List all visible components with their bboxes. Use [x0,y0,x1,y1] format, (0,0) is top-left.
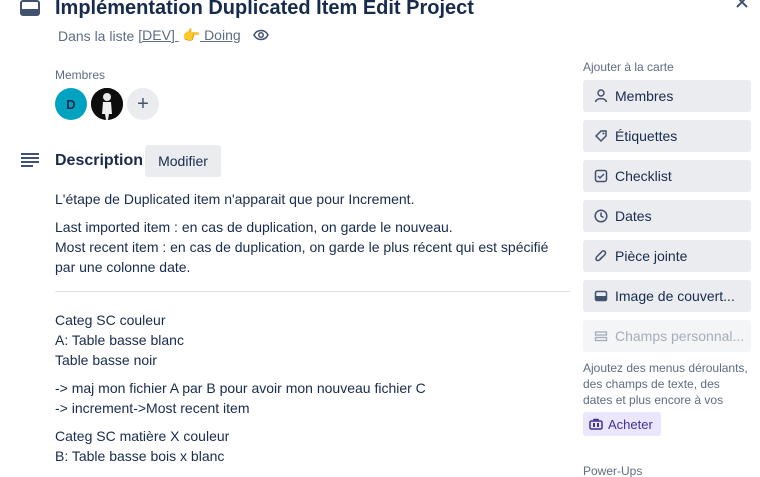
description-line: -> maj mon fichier A par B pour avoir mo… [55,380,426,396]
list-location: Dans la liste [DEV] 👉 Doing [58,27,269,44]
sidebar-button-label: Checklist [615,168,672,184]
sidebar-button-checklist[interactable]: Checklist [583,160,751,192]
add-member-button[interactable]: + [127,88,159,120]
add-to-card-heading: Ajouter à la carte [583,60,674,74]
edit-description-button[interactable]: Modifier [145,145,221,177]
description-line: Categ SC couleur [55,312,166,328]
cover-icon [593,288,609,304]
card-icon [20,0,40,16]
buy-button[interactable]: Acheter [583,412,661,436]
list-status: Doing [204,27,241,43]
sidebar-button-cover[interactable]: Image de couvert... [583,280,751,312]
avatar-photo[interactable] [91,88,123,120]
briefcase-icon [589,418,603,430]
description-line: Categ SC matière X couleur [55,428,230,444]
card-title[interactable]: Implémentation Duplicated Item Edit Proj… [55,0,474,20]
description-paragraph: L'étape de Duplicated item n'apparait qu… [55,191,415,207]
sidebar-button-attachment[interactable]: Pièce jointe [583,240,751,272]
list-prefix: Dans la liste [58,27,135,44]
description-line: Last imported item : en cas de duplicati… [55,219,453,235]
description-icon [21,153,39,167]
list-name: [DEV] [138,27,179,43]
plus-icon: + [137,92,149,115]
buy-label: Acheter [608,416,653,432]
sidebar-button-label: Pièce jointe [615,248,688,264]
pointing-hand-emoji: 👉 [182,27,201,43]
sidebar-button-members[interactable]: Membres [583,80,751,112]
person-icon [593,88,609,104]
description-body[interactable]: L'étape de Duplicated item n'apparait qu… [55,189,570,474]
sidebar-button-label: Membres [615,88,674,104]
divider [55,291,570,292]
sidebar-button-custom-fields[interactable]: Champs personnal... [583,320,751,352]
description-line: A: Table basse blanc [55,332,184,348]
members-label: Membres [55,68,106,82]
close-icon[interactable] [734,0,750,10]
powerups-heading: Power-Ups [583,464,643,477]
checkbox-icon [593,168,609,184]
sidebar-button-label: Dates [615,208,652,224]
sidebar-button-label: Image de couvert... [615,288,735,304]
watch-eye-icon[interactable] [252,28,269,44]
description-paragraph: Categ SC couleur A: Table basse blanc Ta… [55,310,570,370]
description-title: Description [55,152,144,169]
description-paragraph: Categ SC matière X couleur B: Table bass… [55,426,570,466]
avatar-initial: D [66,96,76,112]
description-paragraph: Last imported item : en cas de duplicati… [55,217,570,277]
description-line: B: Table basse bois x blanc [55,448,225,464]
paperclip-icon [593,248,609,264]
description-line: Most recent item : en cas de duplication… [55,239,549,275]
fields-icon [593,328,609,344]
sidebar-button-label: Champs personnal... [615,328,745,344]
label-icon [593,128,609,144]
description-line: -> increment->Most recent item [55,400,250,416]
avatar[interactable]: D [55,88,87,120]
sidebar-button-dates[interactable]: Dates [583,200,751,232]
sidebar-button-label: Étiquettes [615,128,678,144]
description-paragraph: -> maj mon fichier A par B pour avoir mo… [55,378,570,418]
description-line: Table basse noir [55,352,157,368]
sidebar-button-labels[interactable]: Étiquettes [583,120,751,152]
clock-icon [593,208,609,224]
list-link[interactable]: [DEV] 👉 Doing [138,27,240,44]
